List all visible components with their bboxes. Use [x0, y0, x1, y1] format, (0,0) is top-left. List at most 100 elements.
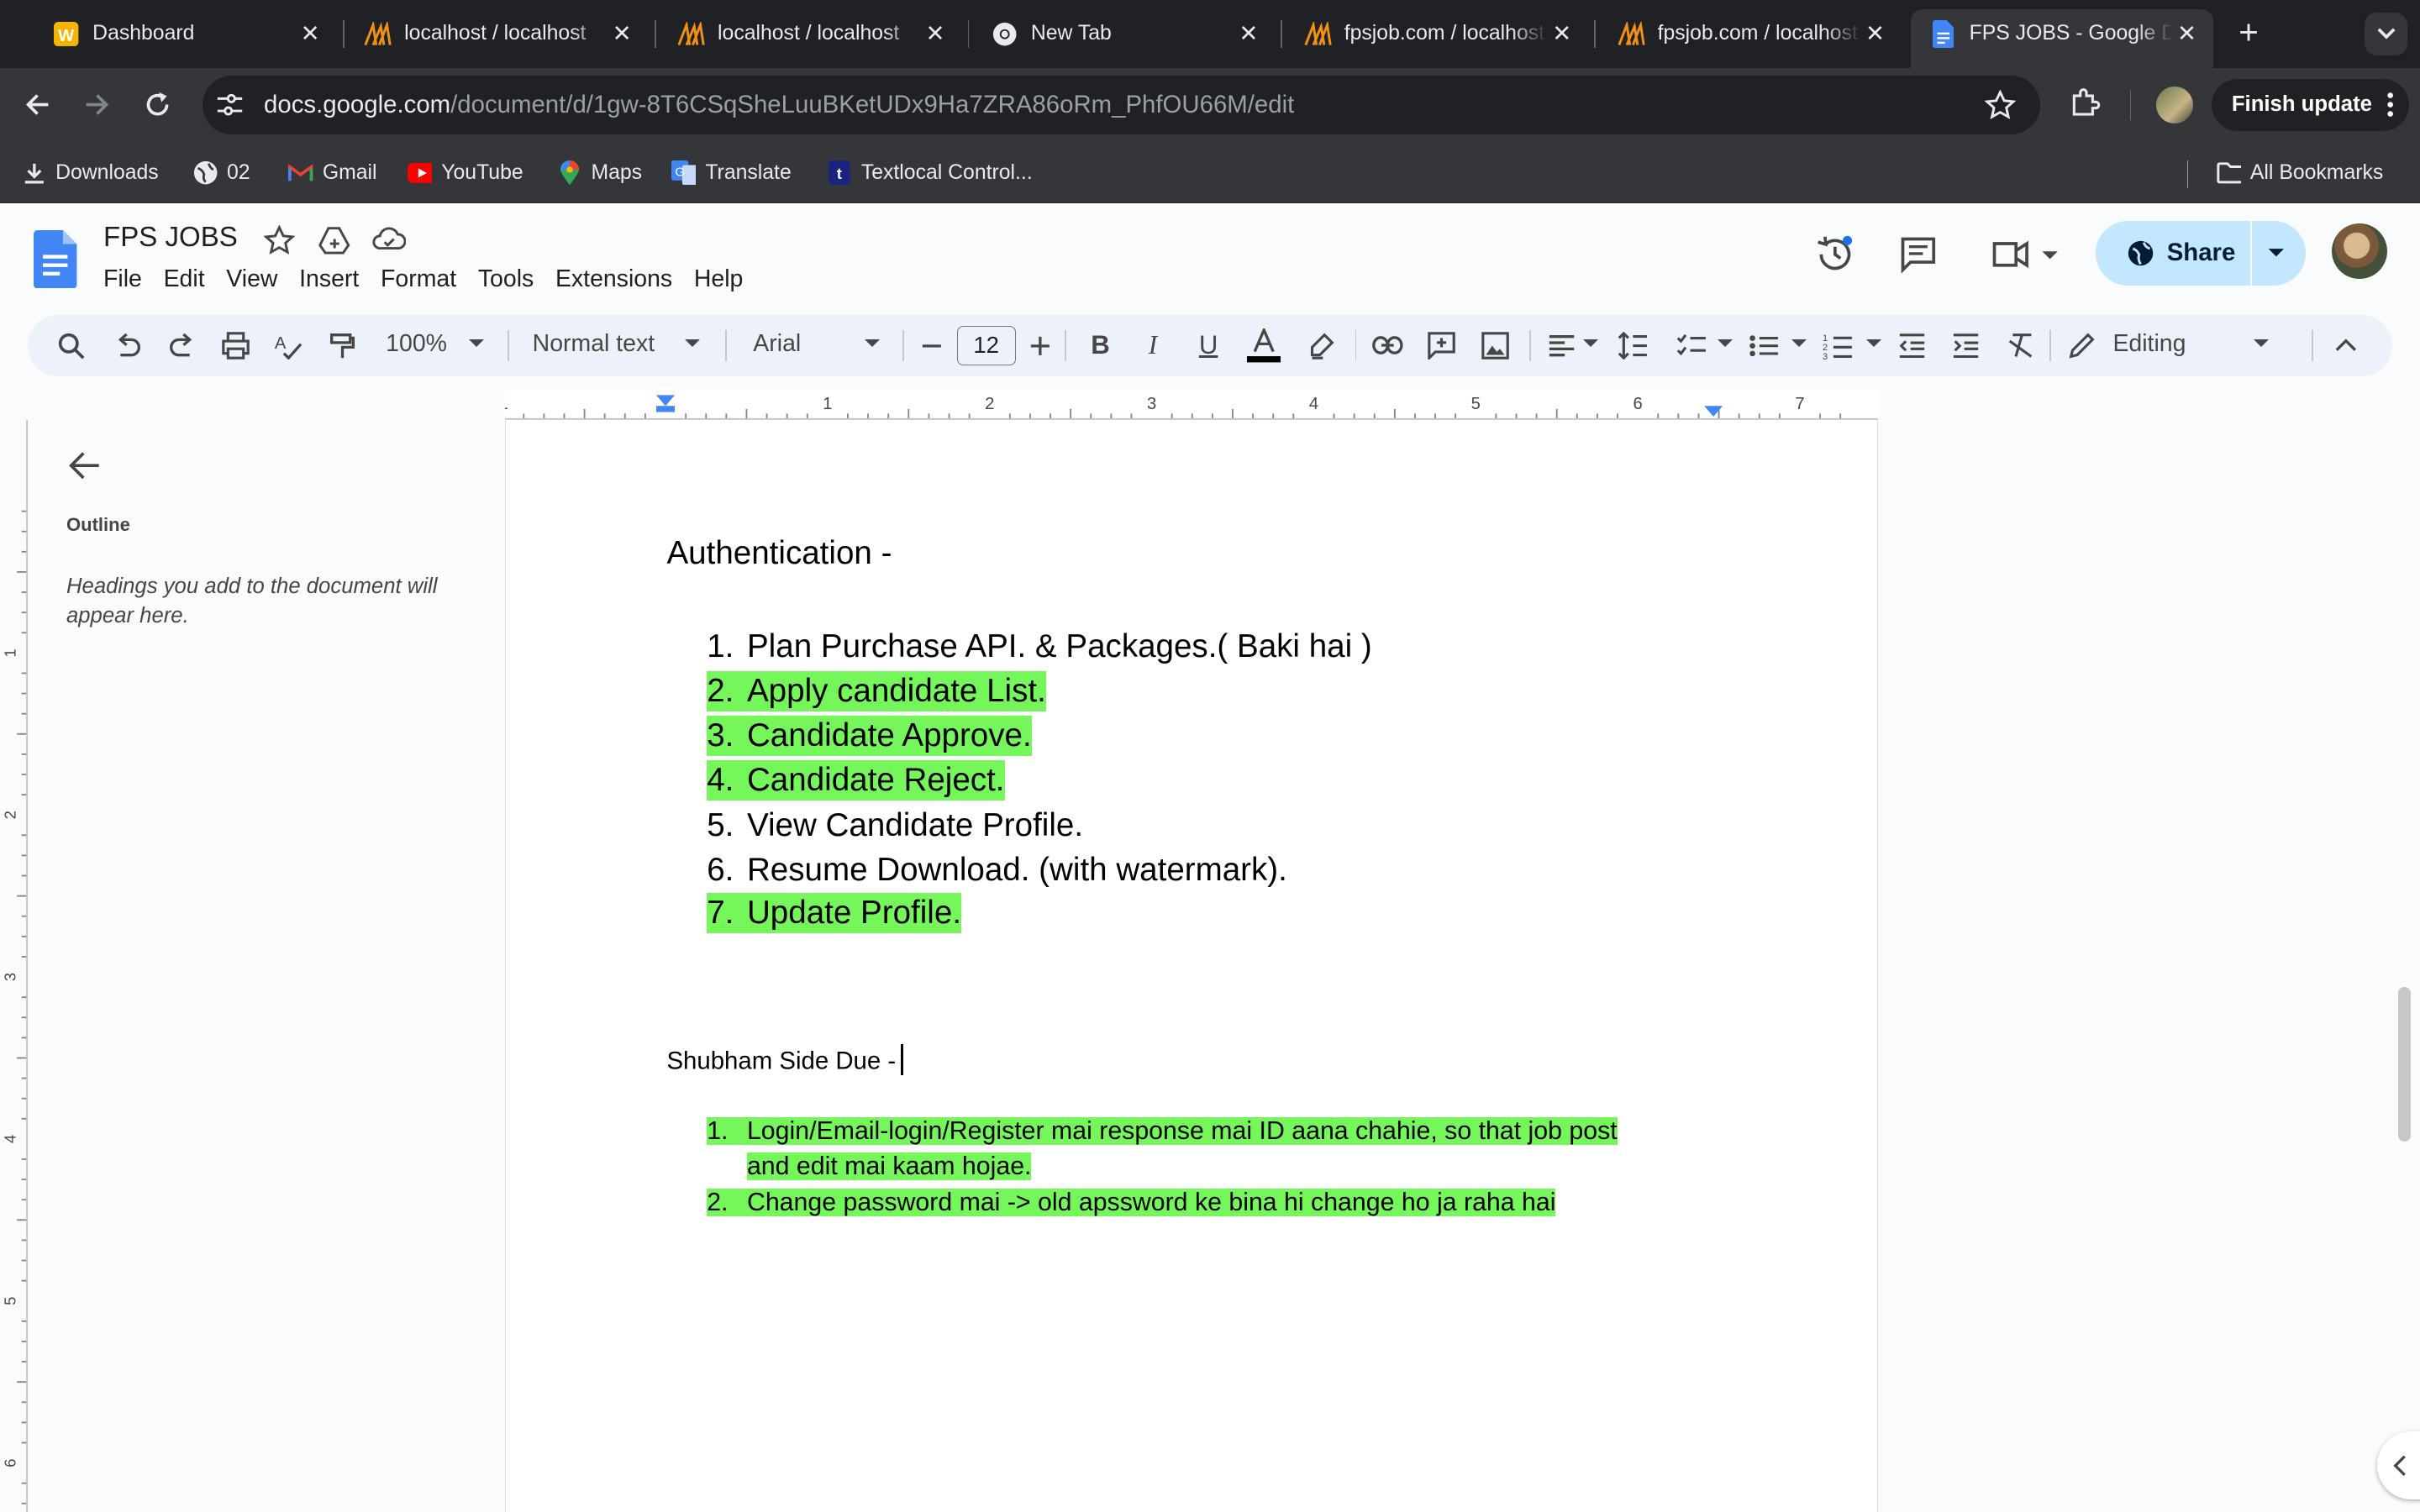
tab-localhost-1[interactable]: localhost / localhost ✕ [345, 9, 648, 59]
tab-dashboard[interactable]: W Dashboard ✕ [34, 9, 336, 59]
share-dropdown-button[interactable] [2265, 241, 2287, 270]
list-item[interactable]: 3. Candidate Approve. [707, 716, 1032, 756]
tab-search-button[interactable] [2364, 12, 2408, 56]
finish-update-button[interactable]: Finish update [2211, 78, 2410, 132]
insert-image-icon[interactable] [1480, 330, 1511, 361]
back-button[interactable] [18, 87, 55, 123]
vertical-scrollbar-thumb[interactable] [2398, 987, 2411, 1142]
star-icon[interactable] [263, 224, 296, 256]
bulleted-list-icon[interactable] [1749, 330, 1780, 361]
redo-icon[interactable] [166, 330, 197, 361]
bookmark-maps[interactable]: Maps [557, 159, 642, 186]
underline-icon[interactable]: U [1193, 330, 1224, 361]
tab-fpsjob-1[interactable]: fpsjob.com / localhost ✕ [1286, 9, 1588, 59]
editing-mode-select[interactable]: Editing [2112, 330, 2186, 358]
decrease-indent-icon[interactable] [1897, 330, 1928, 361]
bookmark-gmail[interactable]: Gmail [288, 159, 377, 186]
bookmark-youtube[interactable]: YouTube [407, 159, 523, 186]
italic-icon[interactable]: I [1138, 330, 1169, 361]
caret-down-icon [1718, 339, 1733, 347]
move-to-drive-icon[interactable] [318, 225, 350, 256]
menu-insert[interactable]: Insert [288, 265, 370, 297]
all-bookmarks-button[interactable]: All Bookmarks [2216, 159, 2383, 186]
list-item[interactable]: 5. View Candidate Profile. [707, 806, 1083, 846]
address-bar[interactable]: docs.google.com/document/d/1gw-8T6CSqShe… [202, 75, 2041, 134]
align-left-icon[interactable] [1546, 330, 1577, 361]
share-button[interactable]: Share [2096, 220, 2307, 286]
version-history-icon[interactable] [1815, 234, 1855, 275]
reload-button[interactable] [139, 87, 176, 123]
close-icon[interactable]: ✕ [2173, 20, 2201, 47]
video-camera-icon [1992, 240, 2058, 269]
left-indent-marker[interactable] [655, 406, 675, 412]
checklist-icon[interactable] [1676, 330, 1707, 361]
site-info-icon[interactable] [214, 90, 245, 121]
section-heading-authentication[interactable]: Authentication - [666, 535, 892, 572]
menu-file[interactable]: File [92, 265, 153, 297]
menu-format[interactable]: Format [370, 265, 467, 297]
tab-fps-jobs-docs[interactable]: FPS JOBS - Google Docs ✕ [1910, 9, 2213, 68]
cloud-saved-icon[interactable] [372, 225, 407, 256]
close-icon[interactable]: ✕ [297, 20, 324, 47]
close-icon[interactable]: ✕ [1234, 20, 1262, 47]
list-item[interactable]: 7. Update Profile. [707, 893, 962, 934]
search-menus-icon[interactable] [55, 330, 87, 361]
bookmark-02[interactable]: 02 [193, 159, 250, 186]
add-comment-icon[interactable] [1426, 330, 1457, 361]
comments-icon[interactable] [1898, 234, 1939, 275]
close-icon[interactable]: ✕ [922, 20, 950, 47]
zoom-select[interactable]: 100% [386, 330, 447, 358]
menu-edit[interactable]: Edit [153, 265, 216, 297]
extensions-puzzle-icon[interactable] [2068, 87, 2102, 120]
list-item[interactable]: 2. Apply candidate List. [707, 670, 1046, 711]
clear-formatting-icon[interactable] [2005, 330, 2036, 361]
bookmark-translate[interactable]: G Translate [671, 159, 792, 186]
line-spacing-icon[interactable] [1618, 330, 1649, 361]
spelling-check-icon[interactable]: A [273, 330, 304, 361]
bookmark-star-icon[interactable] [1984, 88, 2017, 121]
forward-button[interactable] [79, 87, 116, 123]
decrease-font-size-icon[interactable] [917, 330, 948, 361]
menu-view[interactable]: View [215, 265, 288, 297]
bookmark-downloads[interactable]: Downloads [22, 159, 159, 186]
document-title[interactable]: FPS JOBS [103, 222, 238, 254]
close-icon[interactable]: ✕ [608, 20, 636, 47]
list-item[interactable]: 4. Candidate Reject. [707, 760, 1005, 801]
menu-help[interactable]: Help [683, 265, 754, 297]
new-tab-button[interactable]: + [2232, 15, 2265, 49]
bold-icon[interactable]: B [1085, 330, 1116, 361]
numbered-list-icon[interactable]: 123 [1823, 330, 1854, 361]
text-color-icon[interactable] [1247, 328, 1281, 363]
menu-tools[interactable]: Tools [467, 265, 544, 297]
list-item[interactable]: 1. Plan Purchase API. & Packages.( Baki h… [707, 627, 1372, 667]
print-icon[interactable] [221, 330, 252, 361]
side-panel-toggle[interactable] [2376, 1431, 2420, 1500]
font-select[interactable]: Arial [753, 330, 801, 358]
tab-fpsjob-2[interactable]: fpsjob.com / localhost ✕ [1599, 9, 1902, 59]
list-item[interactable]: 6. Resume Download. (with watermark). [707, 850, 1287, 890]
document-page[interactable] [504, 419, 1879, 1512]
profile-avatar[interactable] [2155, 86, 2193, 123]
share-main[interactable]: Share [2096, 221, 2249, 286]
meet-button[interactable] [1990, 234, 2064, 275]
docs-logo-icon[interactable] [34, 229, 77, 289]
menu-extensions[interactable]: Extensions [544, 265, 683, 297]
bookmark-textlocal[interactable]: t Textlocal Control... [827, 159, 1033, 186]
tab-localhost-2[interactable]: localhost / localhost ✕ [659, 9, 961, 59]
hide-menus-icon[interactable] [2330, 330, 2361, 361]
paragraph-style-select[interactable]: Normal text [533, 330, 655, 358]
undo-icon[interactable] [113, 330, 144, 361]
list-item[interactable]: 2. Change password mai -> old apssword ke… [707, 1185, 1556, 1221]
insert-link-icon[interactable] [1371, 330, 1403, 361]
highlight-color-icon[interactable] [1306, 330, 1337, 361]
increase-indent-icon[interactable] [1951, 330, 1982, 361]
close-icon[interactable]: ✕ [1861, 20, 1889, 47]
tab-new-tab[interactable]: New Tab ✕ [972, 9, 1275, 59]
list-item[interactable]: 1. Login/Email-login/Register mai respons… [707, 1114, 1618, 1185]
section-heading-shubham-side-due[interactable]: Shubham Side Due - [666, 1044, 904, 1076]
increase-font-size-icon[interactable] [1025, 330, 1056, 361]
close-icon[interactable]: ✕ [1548, 20, 1576, 47]
close-outline-button[interactable] [68, 449, 102, 482]
font-size-input[interactable]: 12 [956, 325, 1016, 366]
paint-format-icon[interactable] [327, 330, 358, 361]
